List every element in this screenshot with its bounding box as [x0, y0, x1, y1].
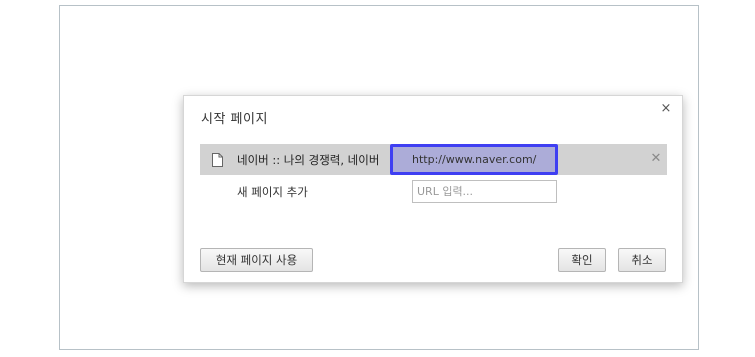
remove-icon[interactable]: ✕ [649, 152, 663, 166]
browser-content-frame: 시작 페이지 × 네이버 :: 나의 경쟁력, 네이버 http://www.n… [59, 5, 699, 350]
startup-pages-dialog: 시작 페이지 × 네이버 :: 나의 경쟁력, 네이버 http://www.n… [183, 95, 683, 283]
add-page-label: 새 페이지 추가 [237, 185, 308, 199]
close-icon[interactable]: × [659, 102, 673, 116]
cancel-button[interactable]: 취소 [618, 248, 666, 272]
ok-button[interactable]: 확인 [558, 248, 606, 272]
use-current-pages-button[interactable]: 현재 페이지 사용 [200, 248, 313, 272]
startup-page-url[interactable]: http://www.naver.com/ [390, 144, 558, 175]
document-icon [212, 152, 223, 167]
startup-page-title: 네이버 :: 나의 경쟁력, 네이버 [237, 153, 380, 167]
startup-page-row[interactable]: 네이버 :: 나의 경쟁력, 네이버 http://www.naver.com/… [200, 144, 667, 175]
new-page-url-input[interactable] [412, 180, 557, 203]
dialog-title: 시작 페이지 [201, 112, 268, 127]
